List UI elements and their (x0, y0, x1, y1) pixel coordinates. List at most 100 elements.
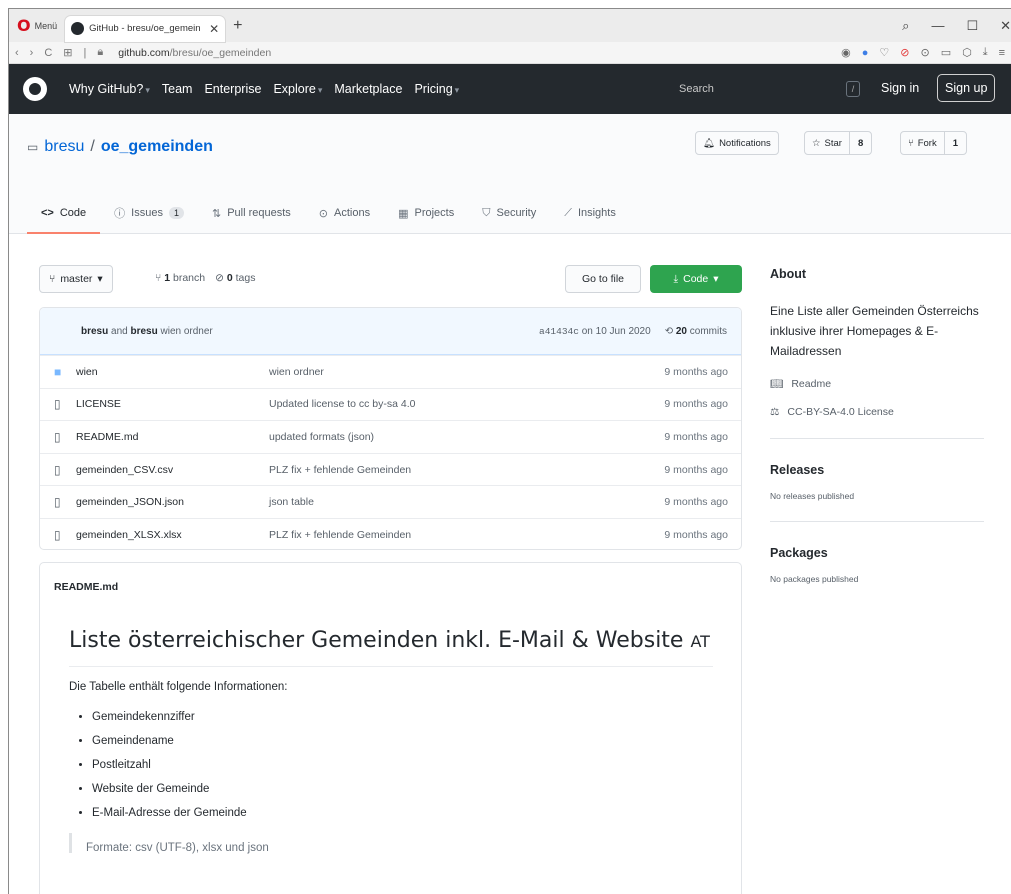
file-commit-message[interactable]: PLZ fix + fehlende Gemeinden (269, 529, 664, 541)
shield-icon[interactable]: ● (862, 47, 869, 59)
bell-icon: 🔔︎ (703, 137, 716, 149)
maximize-icon[interactable]: ☐ (966, 18, 978, 34)
branch-bar: ⑂ master ▾ ⑂ 1 branch ⊘ 0 tags Go to fil… (39, 265, 742, 295)
license-link[interactable]: ⚖ CC-BY-SA-4.0 License (770, 406, 984, 418)
list-item: Gemeindename (92, 729, 741, 753)
fork-button[interactable]: ⑂ Fork 1 (900, 131, 967, 155)
nav-explore[interactable]: Explore ▾ (273, 82, 322, 96)
commit-date: on 10 Jun 2020 (581, 325, 651, 337)
nav-team[interactable]: Team (162, 82, 193, 96)
address-divider: | (83, 46, 87, 59)
reload-icon[interactable]: C (44, 47, 52, 59)
star-button[interactable]: ☆ Star 8 (804, 131, 873, 155)
github-header: Why GitHub? ▾ Team Enterprise Explore ▾ Ma… (9, 64, 1011, 114)
file-name-link[interactable]: wien (76, 366, 269, 378)
tab-actions-label: Actions (334, 207, 371, 219)
minimize-icon[interactable]: — (931, 18, 944, 33)
tab-actions[interactable]: ⊙ Actions (305, 194, 384, 234)
repo-name-link[interactable]: oe_gemeinden (101, 138, 213, 156)
file-commit-message[interactable]: Updated license to cc by-sa 4.0 (269, 398, 664, 410)
sign-in-link[interactable]: Sign in (881, 81, 919, 95)
table-row[interactable]: ▯ gemeinden_CSV.csv PLZ fix + fehlende G… (40, 452, 741, 486)
readme-heading-text: Liste österreichischer Gemeinden inkl. E… (69, 628, 684, 653)
repo-owner-link[interactable]: bresu (44, 138, 84, 156)
fork-count[interactable]: 1 (943, 132, 966, 154)
commits-link[interactable]: ⟲ 20 commits (665, 326, 727, 337)
history-icon: ⟲ (664, 325, 674, 337)
cube-icon[interactable]: ⬡ (962, 46, 972, 59)
nav-why-github[interactable]: Why GitHub? ▾ (69, 82, 150, 96)
file-commit-message[interactable]: updated formats (json) (269, 431, 664, 443)
graph-icon: ⟋ (564, 206, 572, 219)
search-tabs-icon[interactable]: ⌕ (902, 18, 909, 34)
tab-projects[interactable]: ▦ Projects (384, 194, 468, 234)
table-row[interactable]: ▯ gemeinden_XLSX.xlsx PLZ fix + fehlende… (40, 517, 741, 549)
file-name-link[interactable]: LICENSE (76, 398, 269, 410)
file-commit-message[interactable]: wien ordner (269, 366, 664, 378)
file-name-link[interactable]: gemeinden_CSV.csv (76, 464, 269, 476)
table-row[interactable]: ▯ README.md updated formats (json) 9 mon… (40, 420, 741, 453)
packages-title[interactable]: Packages (770, 546, 984, 560)
chevron-down-icon: ▾ (317, 85, 323, 95)
star-count[interactable]: 8 (848, 132, 871, 154)
table-row[interactable]: ■ wien wien ordner 9 months ago (40, 355, 741, 388)
star-label: Star (824, 137, 842, 149)
file-name-link[interactable]: README.md (76, 431, 269, 443)
sidebar-divider (770, 438, 984, 439)
download-icon[interactable]: ⤓ (983, 46, 988, 59)
tags-link[interactable]: ⊘ 0 tags (215, 272, 255, 284)
github-logo-icon[interactable] (23, 77, 47, 101)
close-window-icon[interactable]: ✕ (1000, 18, 1011, 34)
code-download-button[interactable]: ⤓ Code ▾ (650, 265, 742, 293)
forward-icon[interactable]: › (30, 47, 34, 59)
url-path: /bresu/oe_gemeinden (169, 46, 272, 59)
table-row[interactable]: ▯ LICENSE Updated license to cc by-sa 4.… (40, 387, 741, 421)
repo-icon: ▭ (27, 140, 39, 154)
license-link-label: CC-BY-SA-4.0 License (787, 406, 894, 418)
file-name-link[interactable]: gemeinden_XLSX.xlsx (76, 529, 269, 541)
wallet-icon[interactable]: ▭ (941, 46, 951, 59)
commit-author-link[interactable]: bresu (81, 326, 108, 337)
new-tab-icon[interactable]: + (225, 17, 250, 35)
tab-issues[interactable]: ⓘ Issues 1 (100, 194, 198, 234)
close-tab-icon[interactable]: ✕ (209, 22, 219, 36)
tab-pull-requests[interactable]: ⇅ Pull requests (198, 194, 305, 234)
file-commit-message[interactable]: json table (269, 496, 664, 508)
commit-sha-link[interactable]: a41434c (539, 326, 579, 337)
file-age: 9 months ago (664, 496, 728, 509)
file-commit-message[interactable]: PLZ fix + fehlende Gemeinden (269, 464, 664, 476)
commit-coauthor-link[interactable]: bresu (130, 326, 157, 337)
url-field[interactable]: github.com/bresu/oe_gemeinden (118, 47, 271, 59)
branches-link[interactable]: ⑂ 1 branch (155, 272, 205, 284)
table-row[interactable]: ▯ gemeinden_JSON.json json table 9 month… (40, 485, 741, 518)
github-search-input[interactable]: Search (649, 76, 873, 102)
commit-message-link[interactable]: wien ordner (161, 326, 213, 337)
window-controls: ⌕ — ☐ ✕ (902, 9, 1011, 42)
browser-tab-active[interactable]: GitHub - bresu/oe_gemein ✕ (65, 15, 226, 42)
star-icon: ☆ (812, 137, 821, 149)
heart-icon[interactable]: ♡ (879, 46, 889, 59)
back-icon[interactable]: ‹ (15, 47, 19, 59)
nav-marketplace[interactable]: Marketplace (334, 82, 402, 96)
readme-filename[interactable]: README.md (40, 563, 741, 611)
pocket-icon[interactable]: ⊙ (920, 46, 929, 59)
go-to-file-button[interactable]: Go to file (565, 265, 641, 293)
branch-select-button[interactable]: ⑂ master ▾ (39, 265, 113, 293)
sign-up-button[interactable]: Sign up (937, 74, 996, 102)
opera-menu-button[interactable]: O Menü (9, 9, 65, 42)
easy-setup-icon[interactable]: ≡ (999, 47, 1005, 59)
readme-link[interactable]: 📖︎ Readme (770, 377, 984, 391)
about-title: About (770, 267, 807, 281)
camera-icon[interactable]: ◉ (841, 46, 851, 59)
nav-enterprise[interactable]: Enterprise (204, 82, 261, 96)
speed-dial-icon[interactable]: ⊞ (63, 46, 72, 59)
fork-segment: ⑂ Fork (901, 132, 944, 154)
nav-pricing[interactable]: Pricing ▾ (414, 82, 459, 96)
file-name-link[interactable]: gemeinden_JSON.json (76, 496, 269, 508)
releases-title[interactable]: Releases (770, 463, 984, 477)
tab-code[interactable]: <> Code (27, 194, 101, 234)
notifications-button[interactable]: 🔔︎ Notifications (695, 131, 779, 155)
tab-insights[interactable]: ⟋ Insights (550, 194, 630, 234)
extension-red-icon[interactable]: ⊘ (900, 46, 909, 59)
tab-security[interactable]: ⛉ Security (468, 194, 550, 234)
